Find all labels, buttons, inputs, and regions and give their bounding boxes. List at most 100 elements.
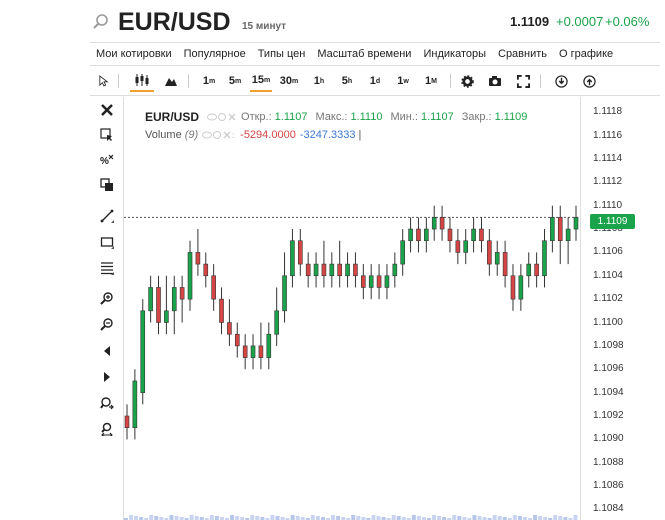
candle-body	[439, 217, 445, 230]
candle-body	[479, 228, 484, 242]
search-icon[interactable]	[92, 13, 110, 31]
drawing-tools-panel: %	[90, 97, 124, 520]
menu-item-5[interactable]: Сравнить	[498, 48, 547, 60]
zoom-reset-icon[interactable]	[98, 420, 116, 438]
volume-bar	[230, 515, 235, 520]
zoom-out-icon[interactable]	[98, 315, 116, 333]
volume-bar	[189, 515, 194, 520]
interval-5h[interactable]: 5h	[336, 70, 358, 92]
copy-tool-icon[interactable]	[98, 176, 116, 194]
price-tick: 1.1112	[593, 176, 623, 188]
candle-body	[550, 217, 555, 242]
volume-value-1: -5294.0000	[240, 129, 296, 141]
price-tick: 1.1088	[593, 456, 624, 468]
rectangle-tool-icon[interactable]	[98, 233, 116, 251]
interval-30m[interactable]: 30 m	[278, 70, 300, 92]
camera-icon[interactable]	[486, 70, 504, 92]
price-tick: 1.1110	[593, 199, 623, 211]
crosshair-tool-icon[interactable]: %	[98, 151, 116, 169]
scroll-left-icon[interactable]	[98, 342, 116, 360]
download-icon[interactable]	[552, 70, 570, 92]
volume-bar	[209, 515, 214, 520]
low-value: 1.1107	[420, 111, 454, 123]
interval-1M[interactable]: 1M	[420, 70, 442, 92]
candle-body	[140, 310, 146, 393]
high-value: 1.1110	[350, 111, 383, 123]
toolbar-divider	[188, 74, 189, 88]
close-icon[interactable]	[98, 101, 116, 119]
select-tool-icon[interactable]	[98, 126, 116, 144]
volume-legend-actions[interactable]: :	[202, 130, 236, 140]
volume-bar	[214, 516, 219, 520]
volume-bar	[356, 516, 361, 520]
price-tick: 1.1100	[593, 316, 623, 328]
fibonacci-tool-icon[interactable]	[98, 259, 116, 277]
candle-body	[502, 252, 508, 277]
volume-bar	[295, 516, 300, 520]
volume-bar	[290, 515, 295, 520]
volume-bar	[512, 515, 517, 520]
volume-bar	[250, 515, 255, 520]
price-tick: 1.1092	[593, 410, 624, 421]
candle-body	[290, 240, 295, 277]
menu-item-3[interactable]: Масштаб времени	[317, 48, 411, 60]
interval-15m[interactable]: 15 m	[250, 70, 272, 92]
candle-body	[494, 252, 500, 265]
volume-bar	[336, 516, 341, 520]
candles-type-icon[interactable]	[130, 70, 154, 92]
candle-body	[219, 298, 224, 323]
interval-1w[interactable]: 1w	[392, 70, 414, 92]
candle-body	[203, 263, 209, 277]
candle-body	[471, 228, 476, 242]
candle-body	[132, 380, 138, 428]
candle-body	[250, 345, 256, 358]
candle-body	[526, 263, 532, 277]
candle-body	[376, 275, 382, 288]
volume-bar	[134, 516, 139, 520]
price-axis[interactable]: 1.11181.11161.11141.11121.11101.11081.11…	[580, 97, 660, 520]
gear-icon[interactable]	[458, 70, 476, 92]
open-value: 1.1107	[274, 111, 308, 123]
fullscreen-icon[interactable]	[514, 70, 532, 92]
trendline-tool-icon[interactable]	[98, 207, 116, 225]
area-type-icon[interactable]	[162, 70, 180, 92]
price-change-pct: +0.06%	[605, 14, 650, 29]
volume-bar	[538, 516, 543, 520]
zoom-in-icon[interactable]	[98, 289, 116, 307]
volume-bar	[553, 515, 558, 520]
candlestick-chart[interactable]	[124, 97, 580, 520]
interval-1m[interactable]: 1m	[198, 70, 220, 92]
price-tick: 1.1102	[593, 293, 623, 305]
zoom-fit-icon[interactable]	[98, 394, 116, 412]
menu-item-6[interactable]: О графике	[559, 48, 613, 60]
candle-body	[297, 240, 303, 265]
menu-item-0[interactable]: Мои котировки	[96, 48, 172, 60]
volume-bar	[437, 516, 442, 520]
candle-body	[305, 263, 311, 277]
menu-item-4[interactable]: Индикаторы	[423, 48, 486, 60]
candle-body	[455, 240, 461, 253]
volume-bar	[396, 516, 401, 520]
interval-1h[interactable]: 1h	[308, 70, 330, 92]
volume-bar	[310, 515, 315, 520]
menu-item-2[interactable]: Типы цен	[258, 48, 306, 60]
upload-icon[interactable]	[580, 70, 598, 92]
price-tick: 1.1094	[593, 386, 624, 398]
close-value: 1.1109	[494, 111, 528, 123]
menu-item-1[interactable]: Популярное	[184, 48, 246, 60]
volume-bar	[457, 516, 462, 520]
legend-symbol: EUR/USD	[145, 110, 200, 124]
candle-body	[368, 275, 374, 288]
current-price-tag: 1.1109	[590, 214, 635, 229]
candle-body	[345, 263, 350, 277]
legend-actions[interactable]	[207, 112, 237, 122]
candle-body	[447, 228, 453, 242]
candle-body	[164, 310, 169, 323]
candle-body	[148, 287, 153, 312]
candle-body	[565, 228, 571, 242]
interval-5m[interactable]: 5m	[224, 70, 246, 92]
interval-1d[interactable]: 1d	[364, 70, 386, 92]
cursor-tool-icon[interactable]	[96, 70, 112, 92]
scroll-right-icon[interactable]	[98, 368, 116, 386]
candle-body	[534, 263, 539, 277]
